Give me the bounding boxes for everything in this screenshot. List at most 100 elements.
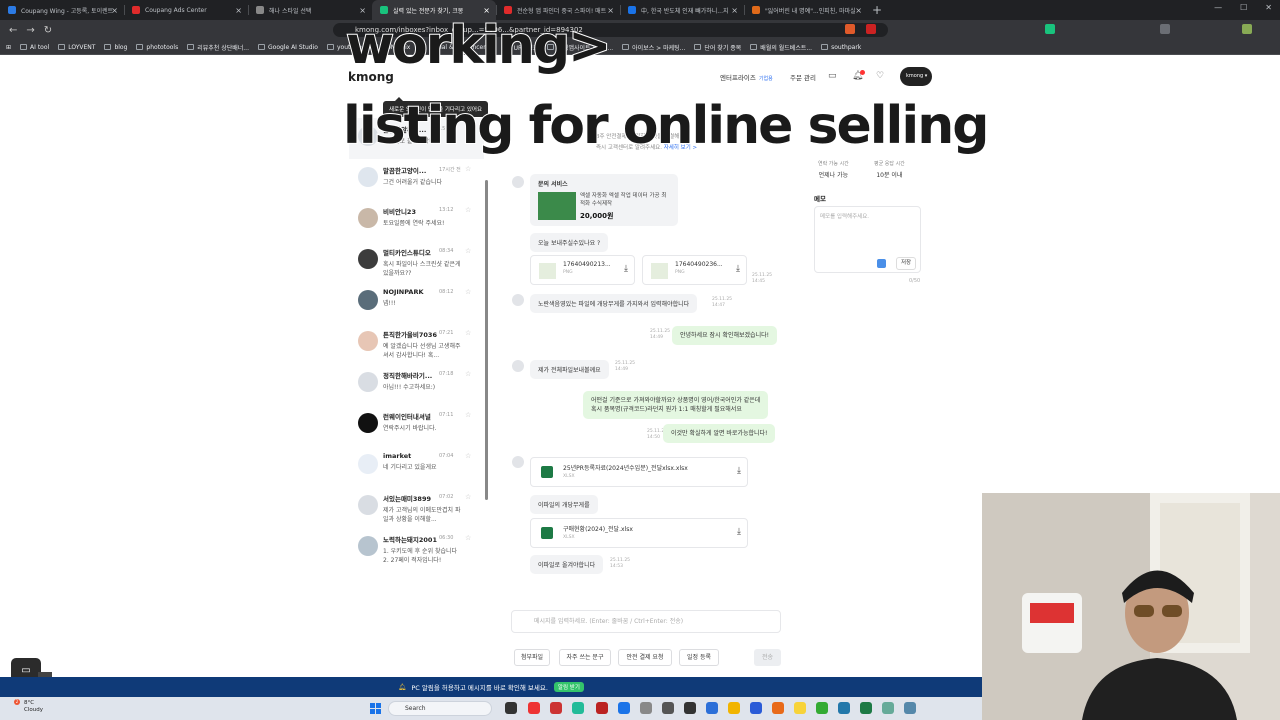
star-icon[interactable]: ☆ [465, 329, 471, 337]
bookmark-item[interactable]: LOYVENT [58, 44, 95, 51]
download-icon[interactable] [1160, 24, 1170, 34]
bookmark-item[interactable]: 단어 찾기 종목 [694, 43, 741, 52]
app-icon[interactable] [838, 702, 850, 714]
bookmark-item[interactable]: 배월의 월드베스트... [750, 43, 812, 52]
forward-icon[interactable]: → [26, 25, 34, 36]
browser-tab[interactable]: "잃어버린 내 명예"...인피친, 마마실 × [744, 0, 868, 20]
bookmark-item[interactable]: 리뷰추천 상단배너... [187, 43, 249, 52]
file-attachment[interactable]: 17640490236... PNG ⤓ [642, 255, 747, 285]
taskview-icon[interactable] [505, 702, 517, 714]
scrollbar[interactable] [485, 180, 488, 500]
star-icon[interactable]: ☆ [465, 165, 471, 173]
conversation-item[interactable]: 튼직한가을비7036 07:21 ☆ 예 알겠습니다 선생님 고생해주셔서 감사합니다… [349, 323, 484, 364]
browser-tab[interactable]: Coupang Wing - 고등록, 토이렌트 × [0, 0, 124, 20]
star-icon[interactable]: ☆ [465, 370, 471, 378]
browser-tab[interactable]: Coupang Ads Center × [124, 0, 248, 20]
download-icon[interactable]: ⤓ [737, 527, 741, 537]
bookmark-item[interactable]: 아이보스 > 마케팅... [622, 43, 685, 52]
enable-notifications-button[interactable]: 알림 받기 [553, 682, 584, 692]
memo-save-button[interactable]: 저장 [896, 257, 916, 270]
conversation-item[interactable]: 런웨이인터내셔널 07:11 ☆ 연락주시기 바랍니다. [349, 405, 484, 446]
conversation-item[interactable]: imarket 07:04 ☆ 네 기다리고 있을게요 [349, 446, 484, 487]
star-icon[interactable]: ☆ [465, 452, 471, 460]
close-tab-icon[interactable]: × [855, 6, 862, 15]
extension-icon[interactable] [845, 24, 855, 34]
heart-icon[interactable]: ♡ [876, 71, 884, 81]
close-tab-icon[interactable]: × [359, 6, 366, 15]
conversation-item[interactable]: 정직한해바라기... 07:18 ☆ 아닙!!! 수고하세요:) [349, 364, 484, 405]
conversation-item[interactable]: 서있는매미3899 07:02 ☆ 제가 고객님의 이메도만겹치 파일과 상황을 이해… [349, 487, 484, 528]
reload-icon[interactable]: ↻ [44, 25, 52, 36]
frequent-phrases-button[interactable]: 자주 쓰는 문구 [559, 649, 611, 666]
close-tab-icon[interactable]: × [111, 6, 118, 15]
extension-icon[interactable] [1045, 24, 1055, 34]
service-card[interactable]: 문의 서비스 엑셀 자동화 엑셀 작업 데이터 가공 최적화 수식제작 20,0… [530, 174, 678, 226]
app-icon[interactable] [772, 702, 784, 714]
apps-icon[interactable]: ⊞ [6, 44, 11, 51]
app-icon[interactable] [860, 702, 872, 714]
maximize-icon[interactable]: ☐ [1240, 3, 1247, 12]
conversation-item[interactable]: 말끔한고양이... 17시간 전 ☆ 그건 어려울거 같습니다 [349, 159, 484, 200]
new-tab-button[interactable]: + [872, 3, 882, 17]
attach-file-button[interactable]: 첨부파일 [514, 649, 550, 666]
app-icon[interactable] [572, 702, 584, 714]
app-icon[interactable] [550, 702, 562, 714]
message-input[interactable]: 메시지를 입력하세요. (Enter: 줄바꿈 / Ctrl+Enter: 전송… [511, 610, 781, 633]
app-icon[interactable] [662, 702, 674, 714]
minimize-icon[interactable]: — [1214, 3, 1222, 12]
app-icon[interactable] [640, 702, 652, 714]
star-icon[interactable]: ☆ [465, 247, 471, 255]
safe-payment-button[interactable]: 안전 결제 요청 [618, 649, 672, 666]
conversation-item[interactable]: 비비안니23 13:12 ☆ 토요일쯤에 연락 주세요! [349, 200, 484, 241]
app-icon[interactable] [794, 702, 806, 714]
conversation-item[interactable]: 노력하는돼지2001 06:30 ☆ 1. 우키도에 후 순위 찾습니다 2. 27페… [349, 528, 484, 569]
close-tab-icon[interactable]: × [235, 6, 242, 15]
file-attachment[interactable]: 구매현황(2024)_전달.xlsx XLSX ⤓ [530, 518, 748, 548]
windows-start-icon[interactable] [370, 703, 381, 714]
app-icon[interactable] [684, 702, 696, 714]
app-icon[interactable] [706, 702, 718, 714]
app-icon[interactable] [596, 702, 608, 714]
profile-menu[interactable]: kmong ▾ [900, 67, 932, 86]
app-icon[interactable] [618, 702, 630, 714]
close-tab-icon[interactable]: × [731, 6, 738, 15]
weather-widget[interactable]: 2 8°C Cloudy [10, 699, 43, 714]
star-icon[interactable]: ☆ [465, 411, 471, 419]
download-icon[interactable]: ⤓ [736, 264, 740, 274]
enterprise-link[interactable]: 엔터프라이즈 기업용 [720, 72, 773, 82]
profile-icon[interactable] [1242, 24, 1252, 34]
send-button[interactable]: 전송 [754, 649, 781, 666]
download-icon[interactable]: ⤓ [624, 264, 628, 274]
close-tab-icon[interactable]: × [483, 6, 490, 15]
bookmark-item[interactable]: blog [104, 44, 127, 51]
star-icon[interactable]: ☆ [465, 534, 471, 542]
star-icon[interactable]: ☆ [465, 206, 471, 214]
schedule-button[interactable]: 일정 등록 [679, 649, 719, 666]
back-icon[interactable]: ← [9, 25, 17, 36]
file-attachment[interactable]: 25년PR등록자료(2024년수입분)_전달xlsx.xlsx XLSX ⤓ [530, 457, 748, 487]
conversation-item[interactable]: NOJINPARK 08:12 ☆ 넵!!! [349, 282, 484, 323]
taskbar-search[interactable]: Search [388, 701, 492, 716]
star-icon[interactable]: ☆ [465, 493, 471, 501]
bookmark-item[interactable]: AI tool [20, 44, 49, 51]
bookmark-item[interactable]: southpark [821, 44, 861, 51]
app-icon[interactable] [750, 702, 762, 714]
app-icon[interactable] [882, 702, 894, 714]
extension-icon[interactable] [866, 24, 876, 34]
app-icon[interactable] [904, 702, 916, 714]
file-attachment[interactable]: 17640490213... PNG ⤓ [530, 255, 635, 285]
conversation-item[interactable]: 멀티카인스튜디오 08:34 ☆ 혹시 파일이나 스크린샷 같은게 있을까요?? [349, 241, 484, 282]
orders-link[interactable]: 주문 관리 [790, 72, 816, 82]
download-icon[interactable]: ⤓ [737, 466, 741, 476]
app-icon[interactable] [816, 702, 828, 714]
bookmark-item[interactable]: Google AI Studio [258, 44, 318, 51]
close-window-icon[interactable]: ✕ [1265, 3, 1272, 12]
bookmark-item[interactable]: phototools [136, 44, 178, 51]
memo-color-checkbox[interactable] [877, 259, 886, 268]
star-icon[interactable]: ☆ [465, 288, 471, 296]
app-icon[interactable] [728, 702, 740, 714]
message-icon[interactable]: ▭ [828, 71, 837, 81]
close-tab-icon[interactable]: × [607, 6, 614, 15]
browser-tab[interactable]: 中, 한국 반도체 인재 빼가하니...지 × [620, 0, 744, 20]
app-icon[interactable] [528, 702, 540, 714]
